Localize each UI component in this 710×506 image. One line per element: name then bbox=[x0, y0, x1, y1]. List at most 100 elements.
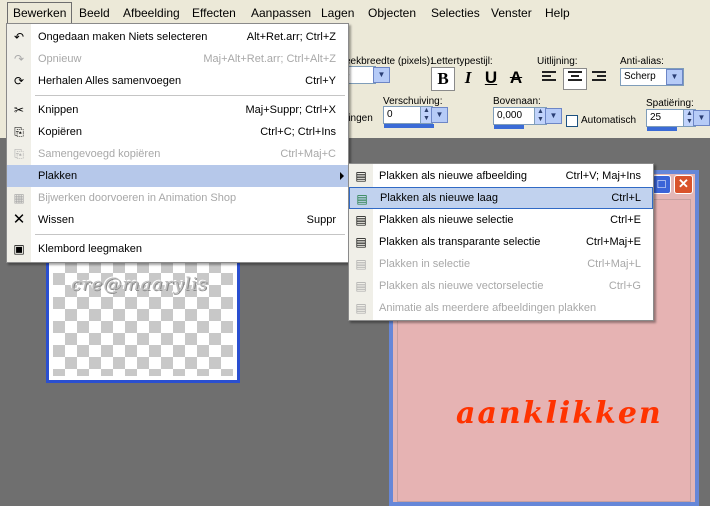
menu-item-animation-shop[interactable]: ▦ Bijwerken doorvoeren in Animation Shop bbox=[7, 187, 348, 209]
redo-icon: ↷ bbox=[13, 52, 25, 66]
maximize-button[interactable]: □ bbox=[652, 175, 671, 194]
menu-beeld[interactable]: Beeld bbox=[74, 4, 115, 22]
menu-item-empty-clipboard[interactable]: ▣ Klembord leegmaken bbox=[7, 238, 348, 260]
top-field[interactable]: 0,000 bbox=[493, 107, 535, 125]
menu-item-label: Plakken bbox=[38, 170, 78, 182]
antialias-label: Anti-alias: bbox=[620, 56, 664, 67]
menu-lagen[interactable]: Lagen bbox=[316, 4, 359, 22]
menu-item-paste-animation[interactable]: ▤ Animatie als meerdere afbeeldingen pla… bbox=[349, 297, 653, 319]
align-right-icon[interactable] bbox=[592, 71, 606, 85]
menu-item-label: Samengevoegd kopiëren bbox=[38, 148, 161, 160]
delete-icon: ✕ bbox=[12, 211, 26, 228]
menu-afbeelding[interactable]: Afbeelding bbox=[118, 4, 185, 22]
paste-vector-icon: ▤ bbox=[355, 279, 367, 293]
copy-merged-icon: ⎘ bbox=[14, 147, 24, 161]
scissors-icon: ✂ bbox=[13, 103, 25, 117]
top-label: Bovenaan: bbox=[493, 96, 541, 107]
antialias-dropdown-icon[interactable]: ▼ bbox=[666, 69, 683, 85]
paste-new-image-icon: ▤ bbox=[355, 169, 367, 183]
shift-dropdown-icon[interactable]: ▼ bbox=[431, 107, 448, 123]
copy-icon: ⎘ bbox=[14, 125, 24, 139]
underline-button[interactable]: U bbox=[479, 67, 503, 91]
menu-item-repeat[interactable]: ⟳ Herhalen Alles samenvoegen Ctrl+Y bbox=[7, 70, 348, 92]
menu-item-label: Plakken als nieuwe afbeelding bbox=[379, 170, 527, 182]
menu-item-label: Plakken als nieuwe laag bbox=[380, 192, 499, 204]
spacing-label: Spatiëring: bbox=[646, 98, 694, 109]
menu-selecties[interactable]: Selecties bbox=[426, 4, 485, 22]
alignment-label: Uitlijning: bbox=[537, 56, 578, 67]
automatic-label: Automatisch bbox=[581, 115, 637, 126]
spacing-field[interactable]: 25 bbox=[646, 109, 684, 127]
menu-item-label: Knippen bbox=[38, 104, 79, 116]
menu-effecten[interactable]: Effecten bbox=[187, 4, 241, 22]
menu-item-shortcut: Alt+Ret.arr; Ctrl+Z bbox=[246, 31, 336, 43]
menu-item-label: Plakken in selectie bbox=[379, 258, 471, 270]
menu-item-paste-into-selection[interactable]: ▤ Plakken in selectie Ctrl+Maj+L bbox=[349, 253, 653, 275]
menu-help[interactable]: Help bbox=[540, 4, 575, 22]
menu-item-undo[interactable]: ↶ Ongedaan maken Niets selecteren Alt+Re… bbox=[7, 26, 348, 48]
menu-item-redo[interactable]: ↷ Opnieuw Maj+Alt+Ret.arr; Ctrl+Alt+Z bbox=[7, 48, 348, 70]
align-center-icon bbox=[568, 71, 582, 85]
paste-transparent-icon: ▤ bbox=[355, 235, 367, 249]
menu-item-label: Ongedaan maken Niets selecteren bbox=[38, 31, 208, 43]
menu-item-shortcut: Ctrl+Y bbox=[305, 75, 336, 87]
menu-item-paste-transparent-selection[interactable]: ▤ Plakken als transparante selectie Ctrl… bbox=[349, 231, 653, 253]
menu-item-shortcut: Ctrl+Maj+C bbox=[280, 148, 336, 160]
watermark-text: cre@maarylis bbox=[71, 274, 209, 295]
shift-field[interactable]: 0 bbox=[383, 106, 421, 124]
align-left-icon[interactable] bbox=[542, 71, 556, 85]
menu-item-shortcut: Suppr bbox=[306, 214, 336, 226]
menu-separator bbox=[35, 234, 345, 235]
menu-aanpassen[interactable]: Aanpassen bbox=[246, 4, 316, 22]
menu-item-label: Kopiëren bbox=[38, 126, 83, 138]
menu-venster[interactable]: Venster bbox=[486, 4, 537, 22]
top-slider[interactable] bbox=[494, 125, 524, 129]
font-style-label: Lettertypestijl: bbox=[431, 56, 493, 67]
menu-item-label: Animatie als meerdere afbeeldingen plakk… bbox=[379, 302, 597, 314]
image-window-transparent[interactable]: cre@maarylis bbox=[46, 243, 240, 383]
menu-item-label: Klembord leegmaken bbox=[38, 243, 142, 255]
menu-item-paste-new-layer[interactable]: ▤ Plakken als nieuwe laag Ctrl+L bbox=[349, 187, 653, 209]
repeat-icon: ⟳ bbox=[13, 74, 25, 88]
menu-bewerken[interactable]: Bewerken bbox=[7, 2, 73, 24]
menu-separator bbox=[35, 95, 345, 96]
stroke-width-dropdown-icon[interactable]: ▼ bbox=[373, 67, 390, 83]
italic-button[interactable]: I bbox=[456, 67, 480, 91]
edit-menu: ↶ Ongedaan maken Niets selecteren Alt+Re… bbox=[6, 23, 349, 263]
menu-item-paste[interactable]: Plakken bbox=[7, 165, 348, 187]
top-dropdown-icon[interactable]: ▼ bbox=[545, 108, 562, 124]
menu-item-copy[interactable]: ⎘ Kopiëren Ctrl+C; Ctrl+Ins bbox=[7, 121, 348, 143]
paste-selection-icon: ▤ bbox=[355, 213, 367, 227]
paste-into-icon: ▤ bbox=[355, 257, 367, 271]
strikethrough-button[interactable]: A bbox=[504, 67, 528, 91]
menu-item-label: Herhalen Alles samenvoegen bbox=[38, 75, 182, 87]
menu-item-cut[interactable]: ✂ Knippen Maj+Suppr; Ctrl+X bbox=[7, 99, 348, 121]
menu-item-copy-merged[interactable]: ⎘ Samengevoegd kopiëren Ctrl+Maj+C bbox=[7, 143, 348, 165]
menu-item-label: Opnieuw bbox=[38, 53, 82, 65]
menu-item-shortcut: Maj+Suppr; Ctrl+X bbox=[245, 104, 336, 116]
bold-button[interactable]: B bbox=[431, 67, 455, 91]
maximize-icon: □ bbox=[657, 176, 666, 191]
undo-icon: ↶ bbox=[13, 30, 25, 44]
menu-item-label: Plakken als nieuwe selectie bbox=[379, 214, 514, 226]
close-icon: ✕ bbox=[678, 176, 689, 191]
automatic-checkbox[interactable] bbox=[566, 115, 578, 127]
submenu-arrow-icon bbox=[340, 172, 344, 180]
menu-item-shortcut: Ctrl+Maj+L bbox=[587, 258, 641, 270]
close-button[interactable]: ✕ bbox=[674, 175, 693, 194]
menu-item-shortcut: Ctrl+Maj+E bbox=[585, 236, 641, 248]
menu-item-paste-vector-selection[interactable]: ▤ Plakken als nieuwe vectorselectie Ctrl… bbox=[349, 275, 653, 297]
paste-new-layer-icon: ▤ bbox=[356, 192, 368, 206]
menu-objecten[interactable]: Objecten bbox=[363, 4, 421, 22]
menu-item-shortcut: Ctrl+V; Maj+Ins bbox=[565, 170, 641, 182]
menu-item-shortcut: Ctrl+C; Ctrl+Ins bbox=[260, 126, 336, 138]
menu-item-delete[interactable]: ✕ Wissen Suppr bbox=[7, 209, 348, 231]
menu-item-paste-new-selection[interactable]: ▤ Plakken als nieuwe selectie Ctrl+E bbox=[349, 209, 653, 231]
spacing-dropdown-icon[interactable]: ▼ bbox=[693, 110, 710, 126]
spacing-slider[interactable] bbox=[647, 127, 677, 131]
menu-item-paste-new-image[interactable]: ▤ Plakken als nieuwe afbeelding Ctrl+V; … bbox=[349, 165, 653, 187]
shift-slider[interactable] bbox=[384, 124, 434, 128]
paste-submenu: ▤ Plakken als nieuwe afbeelding Ctrl+V; … bbox=[348, 163, 654, 321]
menu-item-shortcut: Ctrl+G bbox=[608, 280, 641, 292]
clipboard-icon: ▣ bbox=[13, 242, 25, 256]
